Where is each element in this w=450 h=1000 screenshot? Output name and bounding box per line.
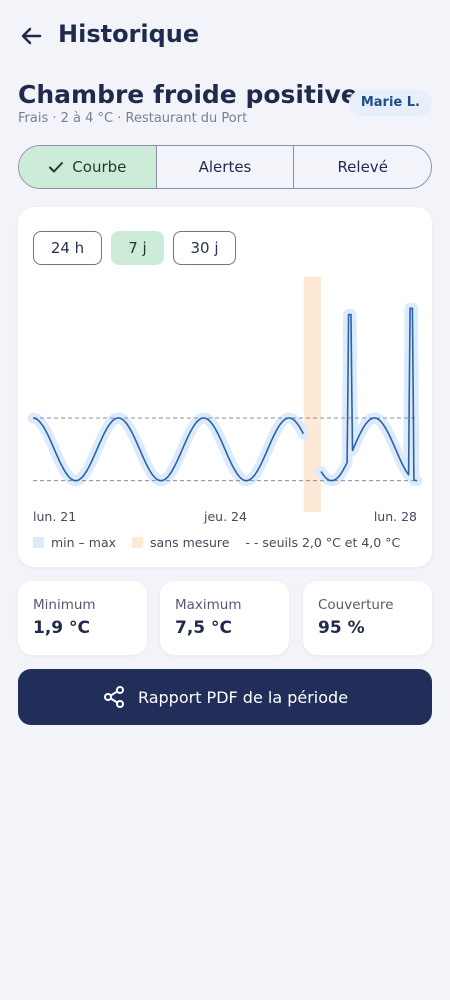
stat-label: Couverture (318, 597, 394, 613)
view-tabs: Courbe Alertes Relevé (18, 145, 432, 189)
page-title: Historique (58, 20, 200, 48)
stat-card-minimum: Minimum 1,9 °C (18, 581, 147, 655)
stat-label: Maximum (175, 597, 242, 613)
minmax-band (27, 412, 309, 487)
x-tick-label: lun. 28 (373, 509, 417, 524)
temperature-chart (27, 277, 423, 512)
stat-value: 95 % (318, 618, 365, 638)
pdf-button-label: Rapport PDF de la période (137, 687, 349, 707)
stat-value: 7,5 °C (175, 618, 233, 638)
stat-value: 1,9 °C (33, 618, 91, 638)
tab-label: Relevé (337, 158, 388, 176)
legend-thresholds-label: - - seuils 2,0 °C et 4,0 °C (245, 535, 401, 550)
x-tick-label: jeu. 24 (204, 509, 247, 524)
user-badge[interactable]: Marie L. (348, 90, 432, 116)
minmax-band (315, 302, 423, 487)
pdf-report-button[interactable]: Rapport PDF de la période (18, 669, 432, 725)
tab-courbe[interactable]: Courbe (19, 146, 157, 188)
back-button[interactable] (18, 22, 46, 50)
legend-swatch-gap (132, 537, 144, 548)
legend-thresholds: - - seuils 2,0 °C et 4,0 °C (245, 535, 400, 550)
room-title: Chambre froide positive (18, 80, 358, 109)
legend-minmax: min – max (33, 535, 116, 550)
share-icon (103, 686, 124, 708)
tab-alertes[interactable]: Alertes (157, 146, 295, 188)
legend-gap: sans mesure (132, 535, 229, 550)
stat-card-coverage: Couverture 95 % (303, 581, 432, 655)
legend-swatch-minmax (33, 537, 44, 548)
arrow-left-icon (21, 27, 42, 45)
stat-label: Minimum (33, 597, 96, 613)
top-bar: Historique (0, 0, 450, 70)
chart-legend: min – max sans mesure - - seuils 2,0 °C … (33, 535, 416, 550)
legend-gap-label: sans mesure (150, 535, 230, 550)
chart-card: 24 h 7 j 30 j lun. 21 jeu. 24 lun. 28 mi… (18, 207, 432, 567)
stat-card-maximum: Maximum 7,5 °C (160, 581, 289, 655)
tab-releve[interactable]: Relevé (294, 146, 431, 188)
room-subtitle: Frais · 2 à 4 °C · Restaurant du Port (18, 111, 248, 126)
check-icon (49, 162, 64, 173)
legend-minmax-label: min – max (51, 535, 117, 550)
tab-label: Alertes (198, 158, 252, 176)
x-tick-label: lun. 21 (33, 509, 77, 524)
tab-label: Courbe (72, 158, 127, 176)
